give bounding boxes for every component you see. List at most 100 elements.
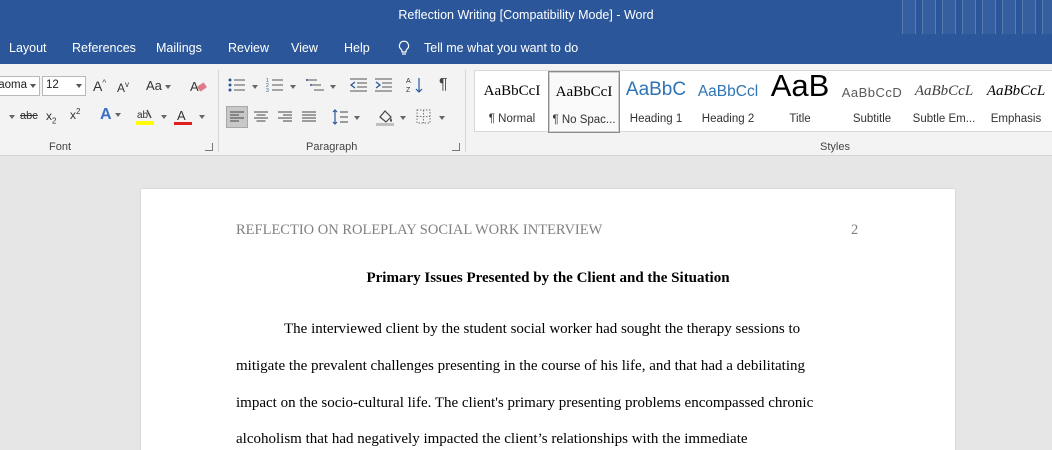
style-emphasis[interactable]: AaBbCcL Emphasis [980, 71, 1052, 133]
increase-indent-icon[interactable] [375, 78, 393, 92]
body-line: The interviewed client by the student so… [284, 321, 801, 337]
chevron-down-icon [114, 112, 121, 117]
chevron-down-icon[interactable] [351, 110, 360, 124]
chevron-down-icon[interactable] [6, 109, 15, 123]
align-right-icon[interactable] [278, 111, 292, 123]
style-sample: AaBbCcD [841, 85, 903, 100]
section-heading: Primary Issues Presented by the Client a… [366, 270, 730, 286]
strikethrough-button[interactable]: abc [20, 110, 38, 122]
style-no-spacing[interactable]: AaBbCcI ¶ No Spac... [548, 71, 620, 133]
group-divider [465, 70, 466, 152]
ribbon-tabs: Layout References Mailings Review View H… [0, 34, 1052, 64]
borders-icon[interactable] [416, 109, 431, 124]
style-normal[interactable]: AaBbCcI ¶ Normal [476, 71, 548, 133]
style-sample: AaBbCcI [555, 84, 613, 100]
tab-mailings[interactable]: Mailings [156, 41, 202, 55]
chevron-down-icon[interactable] [158, 109, 167, 123]
style-sample: AaBbCcI [483, 83, 541, 99]
document-page[interactable]: REFLECTIO ON ROLEPLAY SOCIAL WORK INTERV… [141, 189, 955, 450]
style-subtitle[interactable]: AaBbCcD Subtitle [836, 71, 908, 133]
clear-formatting-icon[interactable]: A [190, 78, 208, 94]
caret-shape [330, 84, 336, 89]
font-color-icon[interactable]: A [174, 108, 192, 126]
tab-layout[interactable]: Layout [9, 41, 47, 55]
lightbulb-icon[interactable] [397, 40, 411, 56]
title-bar: Reflection Writing [Compatibility Mode] … [0, 0, 1052, 34]
style-name: Subtle Em... [912, 113, 976, 125]
font-group-label: Font [49, 141, 72, 153]
caret-shape [439, 115, 445, 120]
numbering-icon[interactable]: 1 2 3 [266, 78, 284, 92]
chevron-down-icon[interactable] [196, 109, 205, 123]
styles-group-label: Styles [820, 141, 850, 153]
font-size-dropdown[interactable]: 12 [42, 76, 86, 96]
svg-text:ab: ab [137, 110, 149, 121]
style-title[interactable]: AaB Title [764, 68, 836, 133]
font-name-dropdown[interactable]: Taoma [0, 76, 40, 96]
style-name: Title [789, 113, 811, 125]
style-subtle-emphasis[interactable]: AaBbCcL Subtle Em... [908, 71, 980, 133]
align-center-icon[interactable] [254, 111, 268, 123]
ribbon: Taoma 12 A^ Av Aa A abc x2 x2 A ab A Fon… [0, 64, 1052, 156]
style-name: Heading 2 [701, 113, 755, 125]
shrink-font-icon[interactable]: Av [117, 80, 129, 95]
caret-shape [400, 115, 406, 120]
show-formatting-marks-icon[interactable]: ¶ [439, 76, 448, 94]
body-line: impact on the socio-cultural life. The c… [236, 395, 814, 411]
shading-icon[interactable] [376, 108, 394, 126]
change-case-button[interactable]: Aa [146, 78, 171, 93]
highlighter-icon[interactable]: ab [136, 108, 154, 126]
style-name: Emphasis [990, 113, 1042, 125]
font-name-value: Taoma [0, 79, 27, 91]
align-left-icon[interactable] [230, 111, 244, 123]
chevron-down-icon[interactable] [397, 110, 406, 124]
font-dialog-launcher-icon[interactable] [205, 143, 213, 151]
font-size-value: 12 [46, 79, 59, 91]
chevron-down-icon [76, 84, 82, 88]
tell-me-search[interactable]: Tell me what you want to do [424, 41, 578, 55]
svg-text:A: A [406, 78, 411, 85]
chevron-down-icon[interactable] [287, 79, 296, 93]
style-heading-2[interactable]: AaBbCcl Heading 2 [692, 71, 764, 133]
paragraph-dialog-launcher-icon[interactable] [452, 143, 460, 151]
chevron-down-icon[interactable] [327, 79, 336, 93]
svg-text:3: 3 [266, 88, 269, 92]
sort-icon[interactable]: A Z [406, 76, 424, 94]
title-bar-pattern [892, 0, 1052, 34]
style-sample: AaBbC [625, 79, 687, 100]
text-effects-icon[interactable]: A [100, 106, 121, 124]
svg-text:A: A [177, 108, 186, 123]
line-spacing-icon[interactable] [332, 109, 348, 125]
style-sample: AaBbCcL [986, 83, 1046, 99]
justify-icon[interactable] [302, 111, 316, 123]
caret-shape [354, 115, 360, 120]
style-name: ¶ No Spac... [552, 114, 616, 126]
multilevel-list-icon[interactable] [305, 78, 325, 92]
chevron-down-icon[interactable] [249, 79, 258, 93]
chevron-down-icon [164, 84, 171, 89]
svg-text:Z: Z [406, 87, 411, 94]
bullets-icon[interactable] [228, 78, 246, 92]
styles-gallery: AaBbCcI ¶ Normal AaBbCcI ¶ No Spac... Aa… [474, 68, 1052, 133]
style-heading-1[interactable]: AaBbC Heading 1 [620, 71, 692, 133]
paragraph-group-label: Paragraph [306, 141, 358, 153]
subscript-icon[interactable]: x2 [46, 109, 56, 125]
tab-references[interactable]: References [72, 41, 136, 55]
caret-shape [290, 84, 296, 89]
chevron-down-icon[interactable] [436, 110, 445, 124]
body-line: alcoholism that had negatively impacted … [236, 431, 748, 447]
style-name: Subtitle [852, 113, 892, 125]
page-number: 2 [851, 222, 859, 238]
tab-review[interactable]: Review [228, 41, 269, 55]
caret-shape [9, 114, 15, 119]
style-name: Heading 1 [629, 113, 683, 125]
superscript-icon[interactable]: x2 [70, 107, 80, 122]
body-line: mitigate the prevalent challenges presen… [236, 358, 805, 374]
style-sample: AaBbCcl [697, 83, 759, 100]
decrease-indent-icon[interactable] [350, 78, 368, 92]
caret-shape [161, 114, 167, 119]
group-divider [218, 70, 219, 152]
grow-font-icon[interactable]: A^ [93, 78, 106, 94]
tab-view[interactable]: View [291, 41, 318, 55]
tab-help[interactable]: Help [344, 41, 370, 55]
